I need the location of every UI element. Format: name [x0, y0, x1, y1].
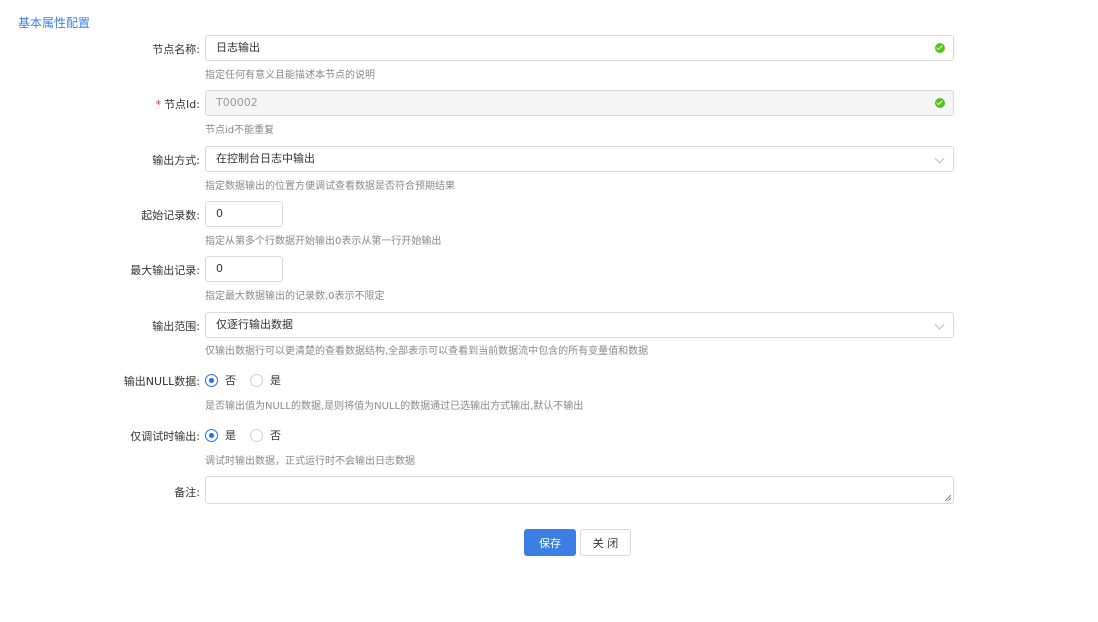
check-circle-icon [935, 98, 945, 108]
node-id-hint: 节点id不能重复 [205, 125, 275, 136]
debug-only-radio-no[interactable]: 否 [250, 427, 281, 443]
debug-only-label: 仅调试时输出: [130, 430, 200, 443]
radio-unchecked-icon [250, 428, 263, 442]
output-scope-label: 输出范围: [152, 320, 200, 333]
output-null-radio-group: 否 是 [205, 372, 295, 388]
chevron-down-icon [934, 153, 945, 164]
radio-label: 否 [270, 429, 281, 442]
output-null-hint: 是否输出值为NULL的数据,是则将值为NULL的数据通过已选输出方式输出,默认不… [205, 401, 584, 412]
debug-only-radio-yes[interactable]: 是 [205, 427, 236, 443]
remark-textarea[interactable] [205, 476, 954, 504]
node-name-label: 节点名称: [152, 43, 200, 56]
start-record-input[interactable]: 0 [205, 201, 283, 227]
section-title: 基本属性配置 [18, 16, 91, 30]
node-name-hint: 指定任何有意义且能描述本节点的说明 [205, 70, 375, 81]
radio-checked-icon [205, 428, 218, 442]
output-scope-select[interactable]: 仅逐行输出数据 [205, 312, 954, 338]
output-null-radio-no[interactable]: 否 [205, 372, 236, 388]
radio-checked-icon [205, 373, 218, 387]
save-button[interactable]: 保存 [524, 529, 576, 556]
required-mark: * [155, 98, 162, 111]
resize-handle-icon[interactable] [945, 495, 951, 501]
max-output-label: 最大输出记录: [130, 264, 200, 277]
node-id-label: * 节点Id: [10, 96, 200, 112]
node-name-value: 日志输出 [216, 41, 260, 54]
debug-only-hint: 调试时输出数据，正式运行时不会输出日志数据 [205, 456, 415, 467]
output-mode-value: 在控制台日志中输出 [216, 152, 315, 165]
node-id-label-text: 节点Id: [164, 98, 200, 111]
radio-label: 是 [225, 429, 236, 442]
close-button[interactable]: 关 闭 [580, 529, 631, 556]
radio-unchecked-icon [250, 373, 263, 387]
node-name-input[interactable]: 日志输出 [205, 35, 954, 61]
start-record-hint: 指定从第多个行数据开始输出0表示从第一行开始输出 [205, 236, 442, 247]
radio-label: 是 [270, 374, 281, 387]
output-scope-value: 仅逐行输出数据 [216, 318, 293, 331]
radio-label: 否 [225, 374, 236, 387]
output-scope-hint: 仅输出数据行可以更清楚的查看数据结构,全部表示可以查看到当前数据流中包含的所有变… [205, 346, 649, 357]
output-mode-hint: 指定数据输出的位置方便调试查看数据是否符合预期结果 [205, 181, 455, 192]
remark-label: 备注: [174, 486, 200, 499]
node-id-input[interactable]: T00002 [205, 90, 954, 116]
max-output-hint: 指定最大数据输出的记录数,0表示不限定 [205, 291, 385, 302]
max-output-value: 0 [216, 262, 223, 275]
check-circle-icon [935, 43, 945, 53]
start-record-label: 起始记录数: [141, 209, 200, 222]
debug-only-radio-group: 是 否 [205, 427, 295, 443]
output-null-radio-yes[interactable]: 是 [250, 372, 281, 388]
output-null-label: 输出NULL数据: [123, 375, 200, 388]
output-mode-label: 输出方式: [152, 154, 200, 167]
output-mode-select[interactable]: 在控制台日志中输出 [205, 146, 954, 172]
max-output-input[interactable]: 0 [205, 256, 283, 282]
chevron-down-icon [934, 319, 945, 330]
node-id-value: T00002 [216, 96, 258, 109]
start-record-value: 0 [216, 207, 223, 220]
